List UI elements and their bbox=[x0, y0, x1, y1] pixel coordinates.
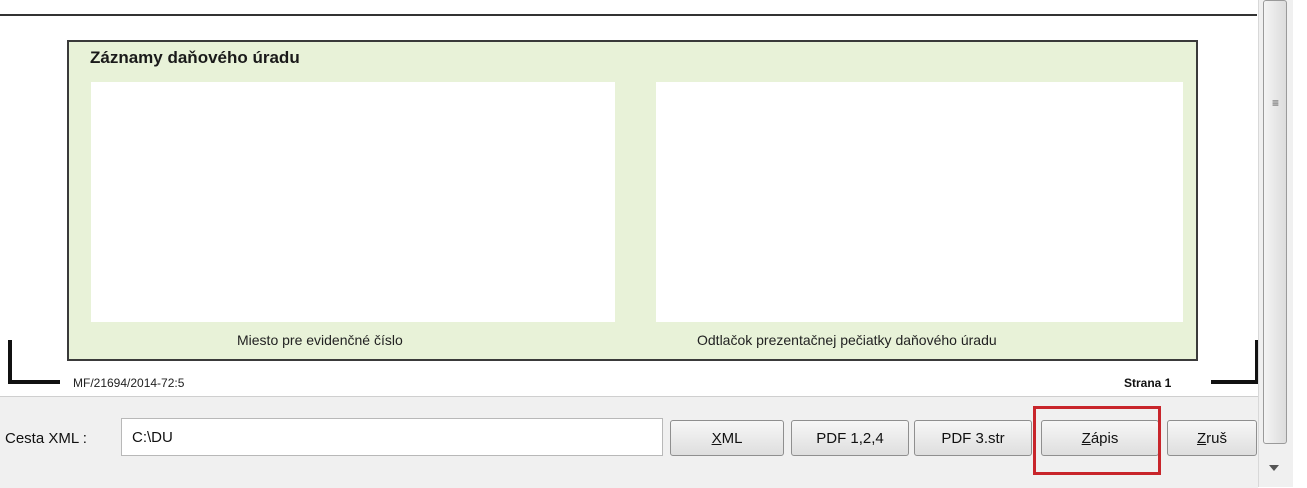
zrus-mnemonic: Z bbox=[1196, 429, 1207, 447]
zrus-label-rest: ruš bbox=[1206, 429, 1227, 447]
scroll-down-arrow-icon[interactable] bbox=[1269, 465, 1279, 471]
xml-path-label: Cesta XML : bbox=[5, 430, 87, 447]
page-number: Strana 1 bbox=[1124, 376, 1172, 390]
stamp-imprint-field bbox=[656, 82, 1183, 322]
xml-mnemonic: X bbox=[711, 429, 722, 447]
xml-label-rest: ML bbox=[721, 429, 743, 447]
bottom-toolbar: Cesta XML : XML PDF 1,2,4 PDF 3.str Zápi… bbox=[0, 396, 1258, 488]
scrollbar-thumb[interactable]: ≡ bbox=[1263, 0, 1287, 444]
section-title: Záznamy daňového úradu bbox=[90, 48, 300, 67]
corner-mark-left bbox=[8, 340, 60, 384]
page-top-border bbox=[0, 0, 1257, 16]
grip-icon: ≡ bbox=[1272, 96, 1280, 110]
tax-office-records-box: Záznamy daňového úradu Miesto pre eviden… bbox=[67, 40, 1198, 361]
vertical-scrollbar[interactable]: ≡ bbox=[1258, 0, 1293, 487]
registration-number-caption: Miesto pre evidenčné číslo bbox=[237, 332, 403, 348]
corner-mark-right bbox=[1211, 340, 1259, 384]
zrus-button[interactable]: Zruš bbox=[1167, 420, 1257, 456]
zapis-mnemonic: Z bbox=[1081, 429, 1091, 447]
form-id: MF/21694/2014-72:5 bbox=[73, 376, 185, 390]
form-document: Záznamy daňového úradu Miesto pre eviden… bbox=[0, 0, 1259, 395]
xml-button[interactable]: X ML bbox=[670, 420, 784, 456]
pdf-pages-1-2-4-button[interactable]: PDF 1,2,4 bbox=[791, 420, 909, 456]
registration-number-field bbox=[91, 82, 615, 322]
pdf-page-3-button[interactable]: PDF 3.str bbox=[914, 420, 1032, 456]
stamp-imprint-caption: Odtlačok prezentačnej pečiatky daňového … bbox=[697, 332, 997, 348]
xml-path-input[interactable] bbox=[121, 418, 663, 456]
zapis-label-rest: ápis bbox=[1090, 429, 1119, 447]
zapis-button[interactable]: Zápis bbox=[1041, 420, 1159, 456]
